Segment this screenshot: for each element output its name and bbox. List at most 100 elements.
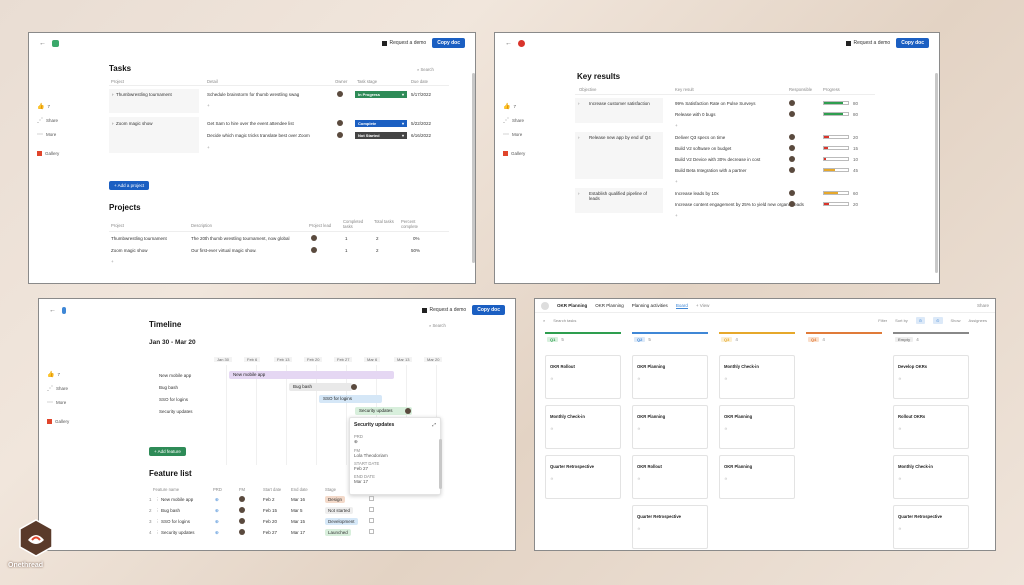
scrollbar[interactable] bbox=[472, 73, 475, 263]
globe-icon[interactable]: ⊕ bbox=[215, 519, 219, 525]
project-name[interactable]: Thumbwrestling tournament bbox=[111, 236, 167, 241]
board-card[interactable]: OKR Planning ☺ bbox=[719, 455, 795, 499]
board-card[interactable]: Quarter Retrospective ☺ bbox=[632, 505, 708, 549]
key-result-text[interactable]: Increase content engagement by 25% to yi… bbox=[675, 202, 804, 207]
add-row-button[interactable]: + bbox=[675, 179, 678, 184]
back-arrow-icon[interactable]: ← bbox=[49, 307, 56, 314]
more-button[interactable]: ⋯ More bbox=[47, 399, 69, 406]
table-row[interactable]: › Zoom magic show bbox=[112, 121, 153, 126]
tab-board[interactable]: Board bbox=[675, 303, 688, 309]
back-arrow-icon[interactable]: ← bbox=[39, 40, 46, 47]
timeline-search[interactable]: ⌕ Search bbox=[429, 323, 446, 328]
timeline-bar[interactable]: New mobile app bbox=[229, 371, 394, 379]
project-name[interactable]: Zoom magic show bbox=[111, 248, 148, 253]
assignees-button[interactable]: Assignees bbox=[969, 318, 987, 323]
objective-name[interactable]: Release new app by end of Q4 bbox=[589, 135, 659, 140]
more-button[interactable]: ⋯ More bbox=[37, 131, 59, 138]
request-demo-link[interactable]: Request a demo bbox=[421, 307, 466, 313]
key-result-text[interactable]: Build V2 software on budget bbox=[675, 146, 731, 151]
feature-name[interactable]: Security updates bbox=[161, 530, 195, 535]
copy-doc-button[interactable]: Copy doc bbox=[896, 38, 929, 48]
board-card[interactable]: OKR Planning ☺ bbox=[719, 405, 795, 449]
expand-icon[interactable]: ⤢ bbox=[432, 422, 436, 427]
request-demo-link[interactable]: Request a demo bbox=[845, 40, 890, 46]
tasks-search[interactable]: ⌕ Search bbox=[417, 67, 434, 72]
board-card[interactable]: Develop OKRs ☺ bbox=[893, 355, 969, 399]
timeline-bar[interactable]: Bug bash bbox=[289, 383, 352, 391]
copy-doc-button[interactable]: Copy doc bbox=[432, 38, 465, 48]
share-button[interactable]: Share bbox=[977, 303, 989, 308]
filter-chip[interactable]: ⊙ bbox=[915, 316, 926, 324]
board-card[interactable]: OKR Rollout ☺ bbox=[545, 355, 621, 399]
task-detail[interactable]: Decide which magic tricks translate best… bbox=[207, 133, 310, 138]
board-card[interactable]: Quarter Retrospective ☺ bbox=[545, 455, 621, 499]
key-result-text[interactable]: Increase leads by 10x bbox=[675, 191, 719, 196]
add-feature-button[interactable]: + Add feature bbox=[149, 447, 186, 456]
timeline-bar[interactable]: Security updates bbox=[355, 407, 412, 415]
share-button[interactable]: ⋰ Share bbox=[503, 117, 525, 124]
board-card[interactable]: Rollout OKRs ☺ bbox=[893, 405, 969, 449]
objective-name[interactable]: Establish qualified pipeline of leads bbox=[589, 191, 659, 201]
timeline-item[interactable]: New mobile app bbox=[159, 373, 191, 378]
key-result-text[interactable]: Deliver Q3 specs on time bbox=[675, 135, 725, 140]
objective-name[interactable]: Increase customer satisfaction bbox=[589, 101, 659, 106]
row-checkbox[interactable] bbox=[369, 507, 374, 512]
stage-badge[interactable]: Launched bbox=[325, 529, 351, 536]
feature-popup[interactable]: Security updates PRD ⊕ FM Lola Theodoria… bbox=[349, 417, 441, 495]
row-checkbox[interactable] bbox=[369, 496, 374, 501]
feature-name[interactable]: Bug bash bbox=[161, 508, 180, 513]
key-result-text[interactable]: 99% Satisfaction Rate on Pulse Surveys bbox=[675, 101, 756, 106]
add-row-button[interactable]: + bbox=[111, 259, 114, 264]
drag-handle-icon[interactable]: ⋮ bbox=[155, 530, 160, 536]
like-button[interactable]: 👍 7 bbox=[503, 103, 525, 110]
like-button[interactable]: 👍 7 bbox=[47, 371, 69, 378]
tab-planning-activities[interactable]: Planning activities bbox=[632, 303, 668, 308]
globe-icon[interactable]: ⊕ bbox=[215, 508, 219, 514]
tab-okr-planning[interactable]: OKR Planning bbox=[557, 303, 587, 308]
more-button[interactable]: ⋯ More bbox=[503, 131, 525, 138]
board-card[interactable]: OKR Rollout ☺ bbox=[632, 455, 708, 499]
feature-name[interactable]: SSO for logins bbox=[161, 519, 190, 524]
sort-button[interactable]: Sort by bbox=[895, 318, 908, 323]
search-tasks-input[interactable]: Search tasks bbox=[553, 318, 576, 323]
board-card[interactable]: OKR Planning ☺ bbox=[632, 355, 708, 399]
add-view-button[interactable]: + View bbox=[696, 303, 710, 308]
drag-handle-icon[interactable]: ⋮ bbox=[155, 508, 160, 514]
back-arrow-icon[interactable]: ← bbox=[505, 40, 512, 47]
share-button[interactable]: ⋰ Share bbox=[37, 117, 59, 124]
show-button[interactable]: Show bbox=[951, 318, 961, 323]
share-button[interactable]: ⋰ Share bbox=[47, 385, 69, 392]
key-result-text[interactable]: Build V2 Device with 30% decrease in cos… bbox=[675, 157, 760, 162]
gallery-button[interactable]: Gallery bbox=[37, 151, 59, 156]
key-result-text[interactable]: Release with 0 bugs bbox=[675, 112, 716, 117]
chevron-icon[interactable]: › bbox=[578, 135, 580, 140]
stage-badge[interactable]: Not started bbox=[325, 507, 354, 514]
gallery-button[interactable]: Gallery bbox=[47, 419, 69, 424]
timeline-item[interactable]: Bug bash bbox=[159, 385, 178, 390]
board-card[interactable]: Monthly Check-in ☺ bbox=[545, 405, 621, 449]
tab-okr-planning-2[interactable]: OKR Planning bbox=[595, 303, 624, 308]
popup-scrollbar[interactable] bbox=[439, 439, 442, 489]
row-checkbox[interactable] bbox=[369, 529, 374, 534]
like-button[interactable]: 👍 7 bbox=[37, 103, 59, 110]
add-row-button[interactable]: + bbox=[207, 145, 210, 150]
add-row-button[interactable]: + bbox=[207, 103, 210, 108]
stage-badge[interactable]: Development bbox=[325, 518, 358, 525]
gallery-button[interactable]: Gallery bbox=[503, 151, 525, 156]
table-row[interactable]: › Thumbwrestling tournament bbox=[112, 92, 172, 97]
chevron-icon[interactable]: › bbox=[578, 101, 580, 106]
task-detail[interactable]: Get Sam to hire over the event attendee … bbox=[207, 121, 294, 126]
add-row-button[interactable]: + bbox=[675, 213, 678, 218]
add-row-button[interactable]: + bbox=[675, 123, 678, 128]
add-project-button[interactable]: + Add a project bbox=[109, 181, 150, 190]
timeline-item[interactable]: SSO for logins bbox=[159, 397, 188, 402]
key-result-text[interactable]: Build Beta Integration with a partner bbox=[675, 168, 747, 173]
board-card[interactable]: Quarter Retrospective ☺ bbox=[893, 505, 969, 549]
chevron-icon[interactable]: › bbox=[578, 191, 580, 196]
stage-badge[interactable]: Design bbox=[325, 496, 346, 503]
task-detail[interactable]: Schedule brainstorm for thumb wrestling … bbox=[207, 92, 299, 97]
row-checkbox[interactable] bbox=[369, 518, 374, 523]
status-badge[interactable]: Complete ▾ bbox=[355, 120, 407, 127]
board-card[interactable]: OKR Planning ☺ bbox=[632, 405, 708, 449]
status-badge[interactable]: Not Started ▾ bbox=[355, 132, 407, 139]
